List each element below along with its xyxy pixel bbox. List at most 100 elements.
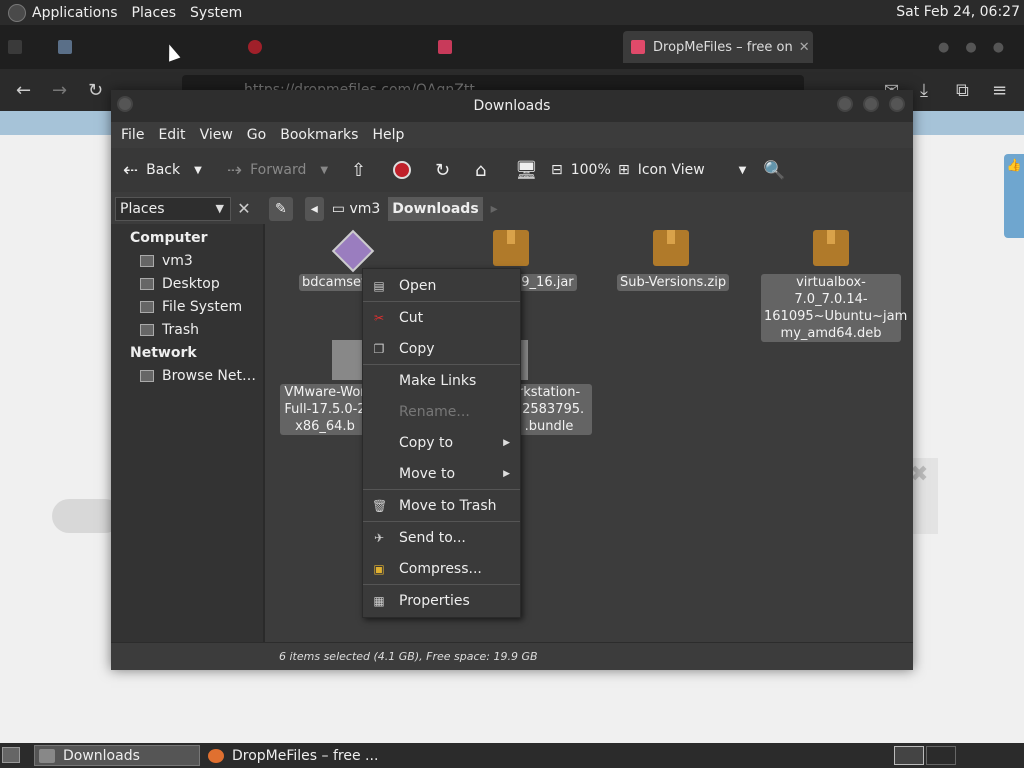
menu-item-rename[interactable]: Rename...: [363, 397, 520, 427]
sidebar-item-vm3[interactable]: vm3: [140, 253, 193, 269]
menu-item-properties[interactable]: ▦ Properties: [363, 586, 520, 616]
stop-button[interactable]: [393, 158, 411, 182]
package-file-icon[interactable]: [493, 230, 529, 266]
maximize-icon[interactable]: [863, 96, 879, 112]
menu-item-copy[interactable]: ❐ Copy: [363, 334, 520, 364]
menu-places[interactable]: Places: [132, 5, 177, 21]
menu-item-make-links[interactable]: Make Links: [363, 366, 520, 396]
menu-item-send-to[interactable]: ✈ Send to...: [363, 523, 520, 553]
computer-icon: 🖥: [515, 159, 538, 181]
edit-location-icon[interactable]: ✎: [269, 197, 293, 221]
sidebar-item-filesystem[interactable]: File System: [140, 299, 242, 315]
close-sidebar-icon[interactable]: ✕: [233, 197, 255, 221]
sidebar-heading-computer: Computer: [130, 230, 208, 246]
menu-bar: File Edit View Go Bookmarks Help: [111, 122, 913, 148]
menu-item-copy-to[interactable]: Copy to ▶: [363, 428, 520, 458]
sidebar-item-browse-network[interactable]: Browse Net…: [140, 368, 256, 384]
workspace-switcher-1[interactable]: [894, 746, 924, 765]
computer-button[interactable]: 🖥: [515, 158, 546, 182]
package-file-icon[interactable]: [653, 230, 689, 266]
close-tab-icon[interactable]: ✕: [799, 40, 810, 55]
menu-separator: [363, 584, 520, 585]
menu-file[interactable]: File: [121, 127, 144, 143]
sidebar-item-desktop[interactable]: Desktop: [140, 276, 220, 292]
back-arrow-icon[interactable]: ←: [16, 80, 31, 101]
menu-help[interactable]: Help: [372, 127, 404, 143]
menu-bookmarks[interactable]: Bookmarks: [280, 127, 358, 143]
extensions-icon[interactable]: ⧉: [956, 80, 969, 101]
tab-overview-button[interactable]: [0, 31, 40, 63]
chevron-down-icon: ▼: [738, 164, 747, 176]
sidebar-places-select[interactable]: Places ▼: [115, 197, 231, 221]
file-label[interactable]: VMware-Wor Full-17.5.0-2 x86_64.b: [280, 384, 370, 435]
forward-arrow-icon[interactable]: →: [52, 80, 67, 101]
menu-view[interactable]: View: [200, 127, 233, 143]
browser-tab[interactable]: [50, 31, 230, 63]
menu-item-open[interactable]: ▤ Open: [363, 271, 520, 301]
chevron-down-icon[interactable]: ▼: [320, 165, 328, 176]
browser-tab[interactable]: [240, 31, 420, 63]
chevron-left-icon[interactable]: ◂: [304, 197, 324, 221]
taskbar-item-downloads[interactable]: Downloads: [34, 745, 200, 766]
stop-icon: [393, 161, 411, 179]
context-menu: ▤ Open ✂ Cut ❐ Copy Make Links Rename... Co…: [362, 268, 521, 618]
window-controls: ● ● ●: [930, 31, 1020, 63]
back-button[interactable]: ⇠ Back ▼: [123, 158, 202, 182]
search-icon: 🔍: [763, 159, 786, 181]
up-arrow-icon: ⇧: [351, 159, 367, 181]
reload-icon[interactable]: ↻: [88, 80, 103, 101]
hamburger-menu-icon[interactable]: ≡: [992, 80, 1007, 101]
download-icon[interactable]: ⤓: [920, 80, 928, 101]
chevron-down-icon[interactable]: ▼: [194, 165, 202, 176]
back-arrow-icon: ⇠: [123, 159, 139, 181]
browser-tab-active[interactable]: DropMeFiles – free on ✕: [623, 31, 813, 63]
window-titlebar[interactable]: Downloads: [111, 90, 913, 122]
window-title: Downloads: [473, 98, 551, 114]
menu-go[interactable]: Go: [247, 127, 266, 143]
window-menu-icon[interactable]: [117, 96, 133, 112]
file-label[interactable]: Sub-Versions.zip: [617, 274, 730, 291]
sidebar-item-trash[interactable]: Trash: [140, 322, 199, 338]
view-mode-select[interactable]: ⊞ Icon View ▼: [618, 158, 746, 182]
breadcrumb-vm3[interactable]: ▭ vm3: [328, 197, 385, 221]
minimize-icon[interactable]: [837, 96, 853, 112]
show-desktop-icon[interactable]: [2, 747, 20, 763]
reload-button[interactable]: ↻: [435, 158, 458, 182]
file-label[interactable]: bdcamset: [299, 274, 370, 291]
menu-item-cut[interactable]: ✂ Cut: [363, 303, 520, 333]
taskbar-item-firefox[interactable]: DropMeFiles – free ...: [204, 745, 384, 766]
zoom-out-button[interactable]: ⊟ 100%: [551, 158, 611, 182]
clock[interactable]: Sat Feb 24, 06:27: [896, 4, 1020, 20]
top-panel: Applications Places System Sat Feb 24, 0…: [0, 0, 1024, 25]
menu-item-compress[interactable]: ▣ Compress...: [363, 554, 520, 584]
zoom-in-icon[interactable]: ⊞: [618, 162, 630, 178]
home-button[interactable]: ⌂: [475, 158, 494, 182]
menu-system[interactable]: System: [190, 5, 242, 21]
file-label[interactable]: virtualbox-7.0_7.0.14- 161095~Ubuntu~jam…: [761, 274, 907, 342]
menu-applications[interactable]: Applications: [32, 5, 118, 21]
menu-item-move-to[interactable]: Move to ▶: [363, 459, 520, 489]
up-button[interactable]: ⇧: [351, 158, 374, 182]
menu-separator: [363, 301, 520, 302]
search-button[interactable]: 🔍: [763, 158, 793, 182]
distro-logo-icon[interactable]: [8, 3, 26, 22]
workspace-switcher-2[interactable]: [926, 746, 956, 765]
minimize-icon[interactable]: ●: [938, 40, 949, 55]
properties-icon: ▦: [373, 594, 385, 608]
dropmefiles-favicon-icon: [438, 40, 452, 54]
thumbs-up-icon[interactable]: 👍: [1004, 154, 1024, 238]
package-file-icon[interactable]: [813, 230, 849, 266]
installer-file-icon[interactable]: [331, 229, 375, 273]
browser-tab[interactable]: [430, 31, 615, 63]
close-icon[interactable]: [889, 96, 905, 112]
bundle-file-icon[interactable]: [332, 340, 364, 380]
menu-separator: [363, 521, 520, 522]
maximize-icon[interactable]: ●: [965, 40, 976, 55]
menu-item-move-to-trash[interactable]: 🗑 Move to Trash: [363, 491, 520, 521]
chevron-right-icon[interactable]: ▸: [487, 197, 502, 221]
close-window-icon[interactable]: ●: [993, 40, 1004, 55]
menu-edit[interactable]: Edit: [158, 127, 185, 143]
zoom-out-icon: ⊟: [551, 162, 563, 178]
forward-button[interactable]: ⇢ Forward ▼: [227, 158, 328, 182]
breadcrumb-downloads[interactable]: Downloads: [388, 197, 483, 221]
